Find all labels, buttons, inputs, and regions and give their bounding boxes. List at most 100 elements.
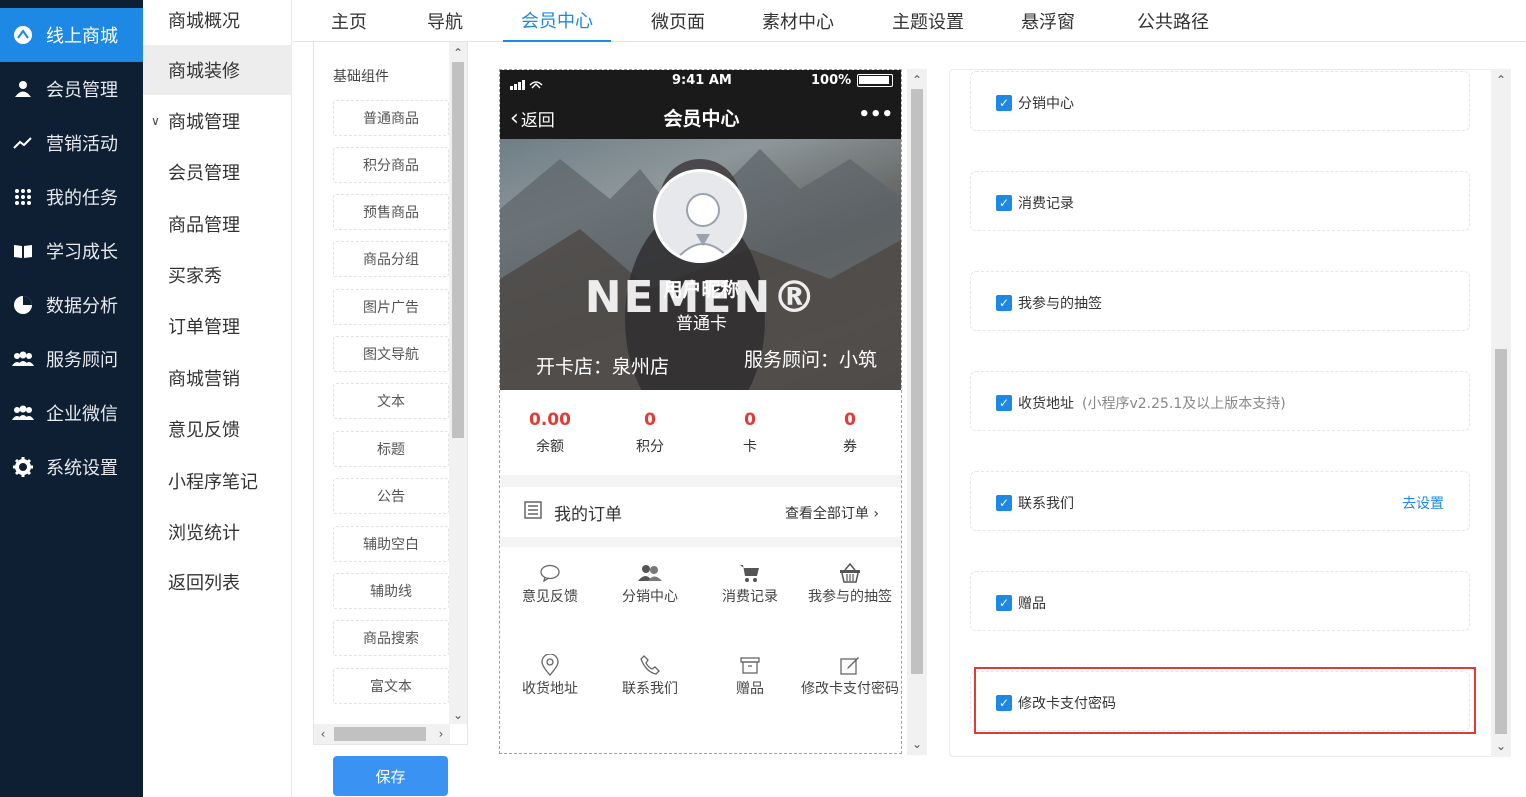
subnav-item-buyer-show[interactable]: 买家秀 bbox=[143, 250, 292, 300]
subnav-item-mini-notes[interactable]: 小程序笔记 bbox=[143, 456, 292, 506]
save-button[interactable]: 保存 bbox=[333, 756, 448, 796]
more-icon[interactable]: ••• bbox=[858, 104, 893, 125]
checkbox-checked[interactable]: ✓ bbox=[996, 495, 1012, 511]
setting-label: 联系我们 bbox=[1018, 496, 1074, 512]
tab-micro-page[interactable]: 微页面 bbox=[633, 0, 723, 42]
component-item[interactable]: 辅助线 bbox=[333, 573, 449, 609]
scroll-right-arrow-icon[interactable]: › bbox=[432, 725, 450, 743]
subnav-group-mall-management[interactable]: ∨ 商城管理 bbox=[143, 96, 292, 146]
stat-balance[interactable]: 0.00 余额 bbox=[500, 410, 600, 456]
nav-item-members[interactable]: 会员管理 bbox=[0, 62, 143, 116]
setting-card-address: ✓ 收货地址 (小程序v2.25.1及以上版本支持) bbox=[970, 371, 1470, 431]
nav-label: 系统设置 bbox=[46, 458, 118, 479]
grid-label: 分销中心 bbox=[622, 589, 678, 605]
component-item[interactable]: 积分商品 bbox=[333, 147, 449, 183]
nav-item-tasks[interactable]: 我的任务 bbox=[0, 170, 143, 224]
component-item[interactable]: 预售商品 bbox=[333, 194, 449, 230]
grid-item-my-lottery[interactable]: 我参与的抽签 bbox=[800, 560, 900, 606]
component-horizontal-scrollbar[interactable]: ‹ › bbox=[314, 724, 450, 744]
member-card-type: 普通卡 bbox=[676, 314, 727, 334]
nav-item-analytics[interactable]: 数据分析 bbox=[0, 278, 143, 332]
subnav-label: 订单管理 bbox=[168, 317, 240, 338]
subnav-label: 商品管理 bbox=[168, 215, 240, 236]
highlight-box bbox=[974, 667, 1476, 734]
grid-item-spending-records[interactable]: 消费记录 bbox=[700, 560, 800, 606]
scrollbar-thumb[interactable] bbox=[452, 62, 464, 438]
subnav-item-product-management[interactable]: 商品管理 bbox=[143, 199, 292, 249]
nav-item-advisors[interactable]: 服务顾问 bbox=[0, 332, 143, 386]
component-item[interactable]: 辅助空白 bbox=[333, 526, 449, 562]
scroll-up-arrow-icon[interactable]: ⌃ bbox=[908, 71, 926, 89]
go-settings-link[interactable]: 去设置 bbox=[1402, 493, 1444, 513]
component-item[interactable]: 图文导航 bbox=[333, 336, 449, 372]
grid-item-address[interactable]: 收货地址 bbox=[500, 652, 600, 698]
scroll-down-arrow-icon[interactable]: ⌄ bbox=[1492, 737, 1510, 755]
scroll-down-arrow-icon[interactable]: ⌄ bbox=[908, 735, 926, 753]
subnav-item-overview[interactable]: 商城概况 bbox=[143, 0, 292, 45]
tab-theme[interactable]: 主题设置 bbox=[883, 0, 973, 42]
subnav-item-browse-stats[interactable]: 浏览统计 bbox=[143, 507, 292, 557]
setting-label: 收货地址 (小程序v2.25.1及以上版本支持) bbox=[1018, 396, 1286, 412]
nav-item-settings[interactable]: 系统设置 bbox=[0, 440, 143, 494]
subnav-label: 商城管理 bbox=[168, 112, 240, 133]
component-item[interactable]: 文本 bbox=[333, 383, 449, 419]
subnav-item-feedback[interactable]: 意见反馈 bbox=[143, 404, 292, 454]
stat-points[interactable]: 0 积分 bbox=[600, 410, 700, 456]
subnav-item-orders[interactable]: 订单管理 bbox=[143, 301, 292, 351]
tab-navigation[interactable]: 导航 bbox=[409, 0, 481, 42]
preview-scrollbar[interactable]: ⌃ ⌄ bbox=[907, 69, 927, 755]
tab-home[interactable]: 主页 bbox=[313, 0, 385, 42]
component-item[interactable]: 普通商品 bbox=[333, 100, 449, 136]
component-item[interactable]: 公告 bbox=[333, 478, 449, 514]
checkbox-checked[interactable]: ✓ bbox=[996, 395, 1012, 411]
scroll-up-arrow-icon[interactable]: ⌃ bbox=[449, 44, 467, 62]
subnav-item-mall-marketing[interactable]: 商城营销 bbox=[143, 353, 292, 403]
scroll-up-arrow-icon[interactable]: ⌃ bbox=[1492, 71, 1510, 89]
checkbox-checked[interactable]: ✓ bbox=[996, 195, 1012, 211]
nav-item-online-store[interactable]: 线上商城 bbox=[0, 8, 143, 62]
stat-coupons[interactable]: 0 券 bbox=[800, 410, 900, 456]
tab-public-path[interactable]: 公共路径 bbox=[1128, 0, 1218, 42]
divider bbox=[500, 475, 901, 487]
component-item[interactable]: 商品分组 bbox=[333, 241, 449, 277]
grid-icon bbox=[12, 186, 34, 208]
tab-materials[interactable]: 素材中心 bbox=[753, 0, 843, 42]
box-icon bbox=[700, 652, 800, 678]
component-item[interactable]: 商品搜索 bbox=[333, 620, 449, 656]
scrollbar-thumb[interactable] bbox=[1495, 349, 1507, 734]
tab-float-window[interactable]: 悬浮窗 bbox=[1008, 0, 1088, 42]
nav-item-wecom[interactable]: 企业微信 bbox=[0, 386, 143, 440]
view-all-orders-link[interactable]: 查看全部订单 › bbox=[785, 503, 879, 523]
my-orders-row[interactable]: 我的订单 查看全部订单 › bbox=[500, 487, 901, 537]
nav-item-marketing[interactable]: 营销活动 bbox=[0, 116, 143, 170]
checkbox-checked[interactable]: ✓ bbox=[996, 595, 1012, 611]
tab-member-center[interactable]: 会员中心 bbox=[503, 0, 611, 42]
scrollbar-thumb[interactable] bbox=[334, 727, 426, 741]
component-item[interactable]: 标题 bbox=[333, 431, 449, 467]
nav-item-learning[interactable]: 学习成长 bbox=[0, 224, 143, 278]
nav-label: 我的任务 bbox=[46, 188, 118, 209]
battery-icon bbox=[857, 74, 893, 87]
grid-item-distribution[interactable]: 分销中心 bbox=[600, 560, 700, 606]
settings-scrollbar[interactable]: ⌃ ⌄ bbox=[1491, 69, 1511, 757]
component-vertical-scrollbar[interactable]: ⌃ ⌄ bbox=[449, 42, 467, 724]
scrollbar-thumb[interactable] bbox=[911, 89, 923, 674]
scroll-left-arrow-icon[interactable]: ‹ bbox=[314, 725, 332, 743]
component-item[interactable]: 富文本 bbox=[333, 668, 449, 704]
grid-item-change-pay-password[interactable]: 修改卡支付密码 bbox=[800, 652, 900, 698]
subnav-item-decoration[interactable]: 商城装修 bbox=[143, 45, 292, 95]
people-icon bbox=[600, 560, 700, 586]
cart-icon bbox=[700, 560, 800, 586]
scroll-down-arrow-icon[interactable]: ⌄ bbox=[449, 706, 467, 724]
grid-item-contact-us[interactable]: 联系我们 bbox=[600, 652, 700, 698]
grid-item-feedback[interactable]: 意见反馈 bbox=[500, 560, 600, 606]
component-item[interactable]: 图片广告 bbox=[333, 289, 449, 325]
checkbox-checked[interactable]: ✓ bbox=[996, 95, 1012, 111]
stat-cards[interactable]: 0 卡 bbox=[700, 410, 800, 456]
subnav-item-member-management[interactable]: 会员管理 bbox=[143, 147, 292, 197]
subnav-item-back-to-list[interactable]: 返回列表 bbox=[143, 557, 292, 607]
grid-item-gifts[interactable]: 赠品 bbox=[700, 652, 800, 698]
nav-label: 服务顾问 bbox=[46, 350, 118, 371]
nav-label: 数据分析 bbox=[46, 296, 118, 317]
checkbox-checked[interactable]: ✓ bbox=[996, 295, 1012, 311]
